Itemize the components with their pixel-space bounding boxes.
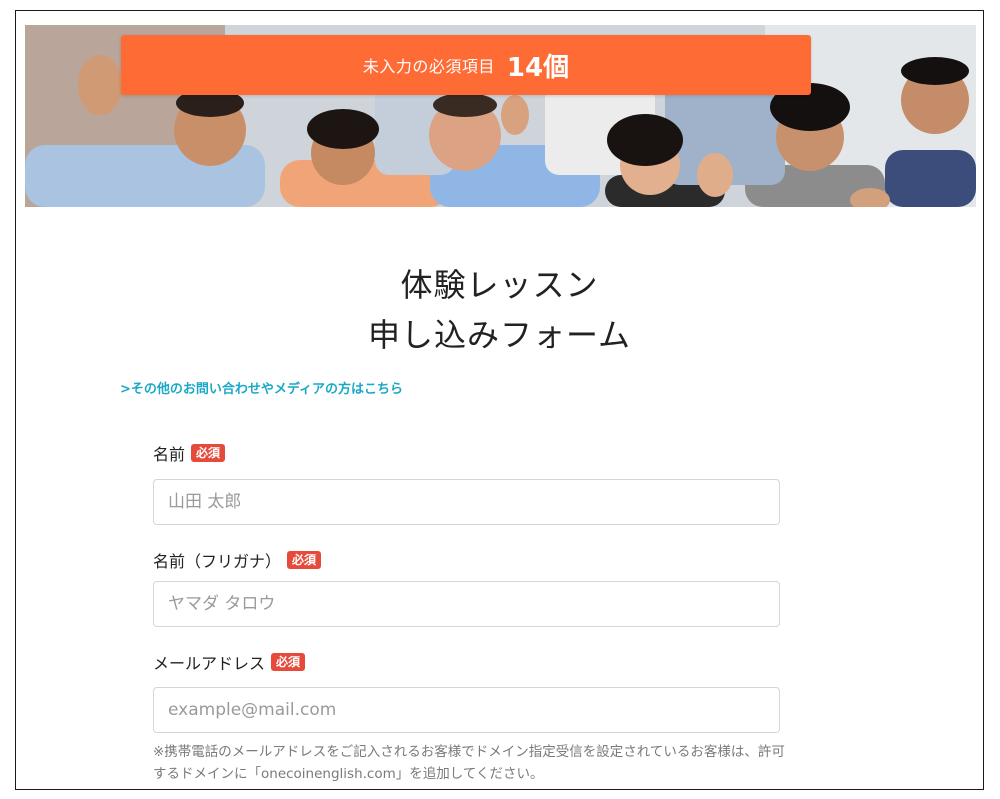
other-inquiry-link[interactable]: >その他のお問い合わせやメディアの方はこちら: [120, 378, 403, 397]
name-kana-field-label: 名前（フリガナ） 必須: [153, 548, 322, 572]
name-kana-label-text: 名前（フリガナ）: [153, 552, 282, 571]
name-kana-input[interactable]: [153, 581, 780, 627]
email-field-label: メールアドレス 必須: [153, 650, 306, 674]
required-remaining-bar: 未入力の必須項目 14個: [121, 35, 811, 95]
name-field-label: 名前 必須: [153, 441, 226, 465]
required-badge: 必須: [191, 444, 226, 462]
required-remaining-count: 14個: [506, 52, 570, 83]
page-title-line1: 体験レッスン: [400, 266, 599, 304]
page-title-line2: 申し込みフォーム: [367, 316, 632, 354]
required-remaining-label: 未入力の必須項目: [362, 57, 495, 76]
name-label-text: 名前: [153, 445, 186, 464]
required-badge: 必須: [287, 551, 322, 569]
hero-banner: 未入力の必須項目 14個: [25, 25, 976, 207]
email-domain-note: ※携帯電話のメールアドレスをご記入されるお客様でドメイン指定受信を設定されている…: [153, 744, 785, 782]
email-label-text: メールアドレス: [153, 654, 266, 673]
page-frame: 未入力の必須項目 14個 体験レッスン 申し込みフォーム >その他のお問い合わせ…: [15, 10, 984, 790]
email-input[interactable]: [153, 687, 780, 733]
name-input[interactable]: [153, 479, 780, 525]
required-badge: 必須: [271, 653, 306, 671]
